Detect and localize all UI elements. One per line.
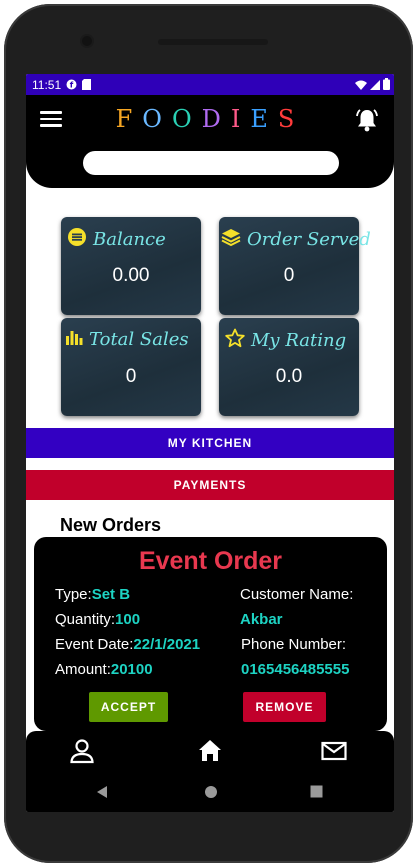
remove-button[interactable]: REMOVE <box>243 692 326 722</box>
balance-card[interactable]: Balance 0.00 <box>61 217 201 315</box>
phone-frame: 11:51 f FOODIES Balance 0.00 Order Serve… <box>4 4 413 863</box>
status-time: 11:51 <box>32 78 62 92</box>
battery-icon <box>383 78 390 93</box>
sd-card-icon <box>82 79 91 93</box>
event-date-label: Event Date: <box>55 636 134 653</box>
title-letter: F <box>115 105 143 133</box>
stat-label: My Rating <box>251 330 347 351</box>
phone-value: 0165456485555 <box>241 661 350 678</box>
svg-text:f: f <box>70 81 74 90</box>
stat-label: Balance <box>93 229 166 250</box>
title-letter: D <box>201 105 231 133</box>
recents-icon[interactable] <box>310 785 323 803</box>
my-rating-card-title: My Rating <box>225 328 346 353</box>
order-amount-row: Amount:20100 <box>55 661 153 678</box>
bell-icon[interactable] <box>354 107 380 133</box>
stat-value: 0.0 <box>275 366 303 387</box>
star-icon <box>225 328 245 353</box>
status-bar: 11:51 f <box>26 74 394 95</box>
bottom-navigation <box>26 731 394 773</box>
front-camera <box>82 36 92 46</box>
customer-name-label: Customer Name: <box>240 586 354 603</box>
balance-card-title: Balance <box>67 227 166 252</box>
my-kitchen-button[interactable]: MY KITCHEN <box>26 428 394 458</box>
type-value: Set B <box>91 586 131 603</box>
coin-icon <box>67 227 87 252</box>
my-rating-card[interactable]: My Rating 0.0 <box>219 318 359 416</box>
order-served-card[interactable]: Order Served 0 <box>219 217 371 315</box>
order-quantity-row: Quantity:100 <box>55 611 140 628</box>
app-bar: FOODIES <box>26 95 394 188</box>
order-title: Event Order <box>138 547 283 575</box>
stat-label: Order Served <box>247 229 371 250</box>
system-navigation-bar <box>26 773 394 812</box>
layers-icon <box>221 227 241 252</box>
order-served-card-title: Order Served <box>221 227 371 252</box>
earpiece-speaker <box>158 39 268 45</box>
wifi-icon <box>355 79 367 93</box>
home-icon[interactable] <box>196 737 224 765</box>
amount-label: Amount: <box>55 661 111 678</box>
title-letter: S <box>277 105 305 133</box>
title-letter: O <box>171 105 202 133</box>
stat-value: 0.00 <box>112 265 150 286</box>
mail-icon[interactable] <box>320 737 348 765</box>
payments-button[interactable]: PAYMENTS <box>26 470 394 500</box>
app-title: FOODIES <box>26 105 394 133</box>
title-letter: E <box>250 105 278 133</box>
order-card: Event Order Type:Set B Quantity:100 Even… <box>34 537 387 731</box>
phone-number-value: 0165456485555 <box>241 661 349 678</box>
accept-button[interactable]: ACCEPT <box>89 692 168 722</box>
amount-value: 20100 <box>110 661 153 678</box>
phone-number-label: Phone Number: <box>241 636 347 653</box>
type-label: Type: <box>55 586 92 603</box>
profile-icon[interactable] <box>68 737 96 765</box>
app-screen: 11:51 f FOODIES Balance 0.00 Order Serve… <box>26 74 394 812</box>
title-letter: I <box>230 105 251 133</box>
signal-icon <box>370 79 380 93</box>
stat-label: Total Sales <box>89 329 189 350</box>
customer-name-value: Akbar <box>240 611 283 628</box>
stat-value: 0 <box>125 366 137 387</box>
order-event-date-row: Event Date:22/1/2021 <box>55 636 200 653</box>
title-letter: O <box>142 105 172 133</box>
customer-value: Akbar <box>240 611 283 628</box>
new-orders-heading: New Orders <box>60 515 162 535</box>
quantity-value: 100 <box>115 611 141 628</box>
total-sales-card[interactable]: Total Sales 0 <box>61 318 201 416</box>
search-input[interactable] <box>83 151 339 175</box>
back-icon[interactable] <box>95 785 109 804</box>
quantity-label: Quantity: <box>55 611 116 628</box>
stat-value: 0 <box>283 265 295 286</box>
bar-chart-icon <box>65 328 83 351</box>
notification-icon: f <box>66 79 77 93</box>
order-type-row: Type:Set B <box>55 586 130 603</box>
event-date-value: 22/1/2021 <box>133 636 201 653</box>
home-circle-icon[interactable] <box>204 785 218 804</box>
total-sales-card-title: Total Sales <box>65 328 189 351</box>
